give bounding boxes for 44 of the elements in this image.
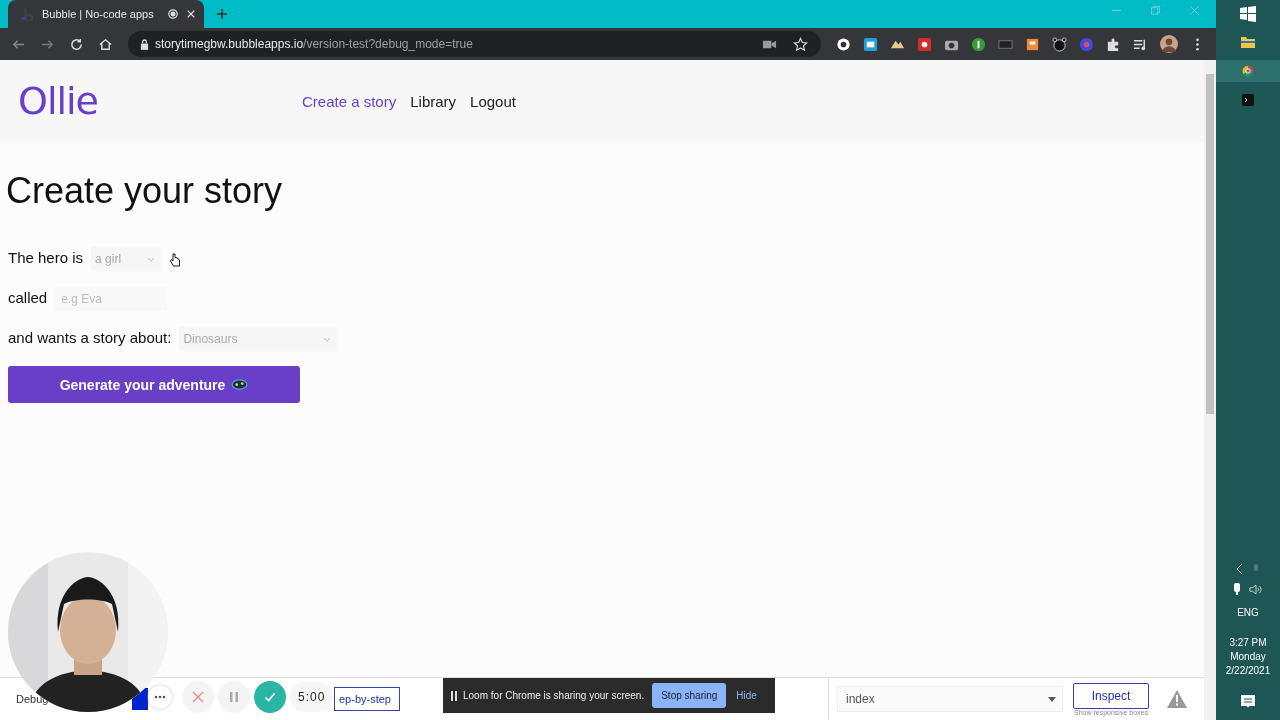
hide-button[interactable]: Hide: [732, 690, 761, 701]
close-icon: [192, 691, 204, 703]
microphone-icon[interactable]: [1233, 583, 1241, 595]
flying-saucer-icon: [231, 379, 249, 390]
more-icon: [154, 695, 166, 699]
step-button[interactable]: ep-by-step: [334, 687, 400, 711]
recording-icon: [168, 9, 178, 19]
chevron-down-icon: [323, 336, 332, 342]
address-bar[interactable]: storytimegbw.bubbleapps.io/version-test?debug_mode=true: [128, 31, 821, 57]
taskbar-app[interactable]: [1216, 60, 1280, 82]
nav-link[interactable]: Logout: [470, 92, 516, 110]
stop-sharing-button[interactable]: Stop sharing: [652, 683, 727, 708]
windows-icon[interactable]: [1238, 4, 1258, 24]
chevron-down-icon: [147, 256, 156, 262]
dropdown-arrow-icon: [1048, 696, 1056, 702]
logo[interactable]: Ollie: [18, 79, 302, 123]
field-label: The hero is: [8, 248, 84, 266]
page-dropdown[interactable]: index: [837, 686, 1063, 712]
generate-button[interactable]: Generate your adventure: [8, 366, 300, 403]
language-indicator[interactable]: ENG: [1237, 607, 1259, 618]
chrome-icon: [1242, 65, 1254, 77]
field-label: called: [8, 288, 48, 306]
bubble-logo-icon: [20, 7, 34, 21]
lock-icon: [140, 38, 149, 50]
clock[interactable]: 3:27 PM Monday 2/22/2021: [1225, 636, 1271, 678]
speaker-icon[interactable]: [1249, 583, 1263, 595]
hand-cursor-icon: [169, 253, 182, 267]
chevron-left-icon[interactable]: [1236, 563, 1244, 575]
url-text: storytimegbw.bubbleapps.io/version-test?debug_mode=true: [155, 37, 473, 51]
sharing-message: Loom for Chrome is sharing your screen.: [463, 690, 645, 701]
input-field[interactable]: e.g Eva: [55, 287, 168, 311]
browser-tab[interactable]: Bubble | No-code apps: [8, 0, 204, 28]
page-title: Create your story: [6, 170, 284, 212]
nav-link[interactable]: Create a story: [302, 92, 397, 110]
inspect-button[interactable]: Inspect: [1073, 682, 1149, 709]
field-label: and wants a story about:: [8, 328, 172, 346]
new-tab-icon[interactable]: [216, 8, 228, 20]
nav-link[interactable]: Library: [410, 92, 457, 110]
scrollbar[interactable]: [1204, 60, 1216, 720]
warning-icon[interactable]: [1167, 690, 1187, 708]
tab-title: Bubble | No-code apps: [42, 8, 155, 20]
checkmark-icon: [264, 691, 276, 703]
pause-icon: [451, 690, 457, 701]
pause-icon: [228, 691, 240, 703]
